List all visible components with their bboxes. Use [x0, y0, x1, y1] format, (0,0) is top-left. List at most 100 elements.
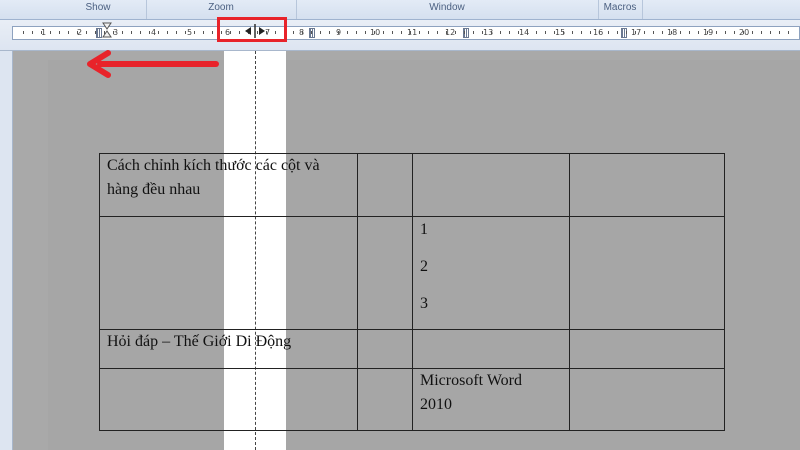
ruler-tick [428, 31, 429, 34]
table-row: Cách chỉnh kích thước các cột và hàng đề… [99, 153, 725, 217]
ruler-tick [608, 31, 609, 34]
ruler-tick [176, 31, 177, 34]
ruler-tick [185, 31, 186, 34]
cell-text: Microsoft Word 2010 [420, 372, 522, 413]
ruler-tick [779, 31, 780, 34]
annotation-highlight-box [217, 17, 287, 42]
indent-marker-icon[interactable] [102, 22, 112, 40]
ruler-tick [59, 31, 60, 34]
ruler-tick [545, 31, 546, 34]
ruler-tick [122, 31, 123, 34]
cell-text: 2 [420, 258, 428, 275]
annotation-arrow-icon [87, 50, 219, 78]
cell-text: Cách chỉnh kích thước các cột và hàng đề… [107, 157, 320, 198]
table-cell[interactable]: Cách chỉnh kích thước các cột và hàng đề… [99, 153, 358, 217]
table-cell[interactable]: Microsoft Word 2010 [412, 368, 570, 431]
ruler-tick [167, 31, 168, 34]
ruler-number: 18 [667, 28, 678, 37]
table-cell[interactable] [99, 216, 358, 330]
ribbon-group-macros[interactable]: Macros [598, 0, 643, 19]
ruler-tick [311, 31, 312, 34]
ruler-tick [338, 31, 339, 34]
cell-text: Hỏi đáp – Thế Giới Di Động [107, 333, 292, 350]
ruler-tick [32, 31, 33, 34]
ribbon-group-show[interactable]: Show [50, 0, 147, 19]
table-cell[interactable] [569, 216, 725, 330]
table-cell[interactable] [99, 368, 358, 431]
ruler-tick [419, 31, 420, 34]
horizontal-ruler[interactable]: 1 2 3 4 5 6 7 8 9 10 11 12 13 14 15 16 1… [12, 26, 800, 40]
ruler-tick [50, 31, 51, 34]
ruler-tick [752, 31, 753, 34]
table-cell[interactable] [412, 153, 570, 217]
ruler-tick [671, 31, 672, 34]
ruler-tick [518, 31, 519, 34]
ribbon-group-window[interactable]: Window [296, 0, 599, 19]
ruler-number: 17 [631, 28, 642, 37]
ruler-tick [617, 31, 618, 34]
ruler-tick [788, 31, 789, 34]
ruler-tick [662, 31, 663, 34]
ruler-tick [770, 31, 771, 34]
table-cell[interactable] [357, 329, 413, 369]
ruler-tick [527, 31, 528, 34]
ruler-tick [473, 31, 474, 34]
table-cell[interactable] [569, 329, 725, 369]
ruler-tick [23, 31, 24, 34]
ruler-tick [203, 31, 204, 34]
ruler-tick [500, 31, 501, 34]
table-cell[interactable] [357, 368, 413, 431]
column-marker[interactable] [309, 28, 315, 38]
ruler-number: 5 [187, 28, 193, 37]
ruler-tick [599, 31, 600, 34]
ruler-tick [446, 31, 447, 34]
ruler-tick [707, 31, 708, 34]
ruler-number: 11 [407, 28, 418, 37]
ruler-tick [77, 31, 78, 34]
ruler-tick [455, 31, 456, 34]
ruler-tick [149, 31, 150, 34]
table-cell[interactable] [357, 216, 413, 330]
ribbon-group-window-label: Window [429, 2, 465, 13]
table-cell[interactable] [569, 153, 725, 217]
ruler-tick [410, 31, 411, 34]
ruler-tick [329, 31, 330, 34]
ribbon-group-macros-label: Macros [603, 2, 637, 13]
ruler-tick [581, 31, 582, 34]
ruler-tick [554, 31, 555, 34]
ruler-tick [293, 31, 294, 34]
ruler-tick [536, 31, 537, 34]
ruler-tick [365, 31, 366, 34]
ruler-tick [383, 31, 384, 34]
ruler-tick [464, 31, 465, 34]
ruler-tick [572, 31, 573, 34]
table-cell[interactable] [357, 153, 413, 217]
document-table[interactable]: Cách chỉnh kích thước các cột và hàng đề… [99, 153, 725, 431]
ruler-tick [356, 31, 357, 34]
ruler-tick [68, 31, 69, 34]
ruler-tick [95, 31, 96, 34]
ruler-tick [563, 31, 564, 34]
cell-text: 3 [420, 295, 428, 312]
table-cell[interactable]: Hỏi đáp – Thế Giới Di Động [99, 329, 358, 369]
ruler-tick [680, 31, 681, 34]
ruler-tick [158, 31, 159, 34]
table-cell[interactable]: 1 2 3 [412, 216, 570, 330]
ruler-number: 19 [703, 28, 714, 37]
ruler-number: 4 [151, 28, 157, 37]
ruler-tick [590, 31, 591, 34]
table-cell[interactable] [569, 368, 725, 431]
ruler-tick [320, 31, 321, 34]
table-row: Microsoft Word 2010 [99, 368, 725, 431]
ruler-tick [653, 31, 654, 34]
ruler-tick [491, 31, 492, 34]
ruler-tick [698, 31, 699, 34]
ruler-tick [302, 31, 303, 34]
table-cell[interactable] [412, 329, 570, 369]
ruler-tick [401, 31, 402, 34]
vertical-ruler[interactable] [0, 51, 13, 450]
ruler-tick [644, 31, 645, 34]
ruler-tick [437, 31, 438, 34]
ruler-tick [635, 31, 636, 34]
ruler-tick [689, 31, 690, 34]
